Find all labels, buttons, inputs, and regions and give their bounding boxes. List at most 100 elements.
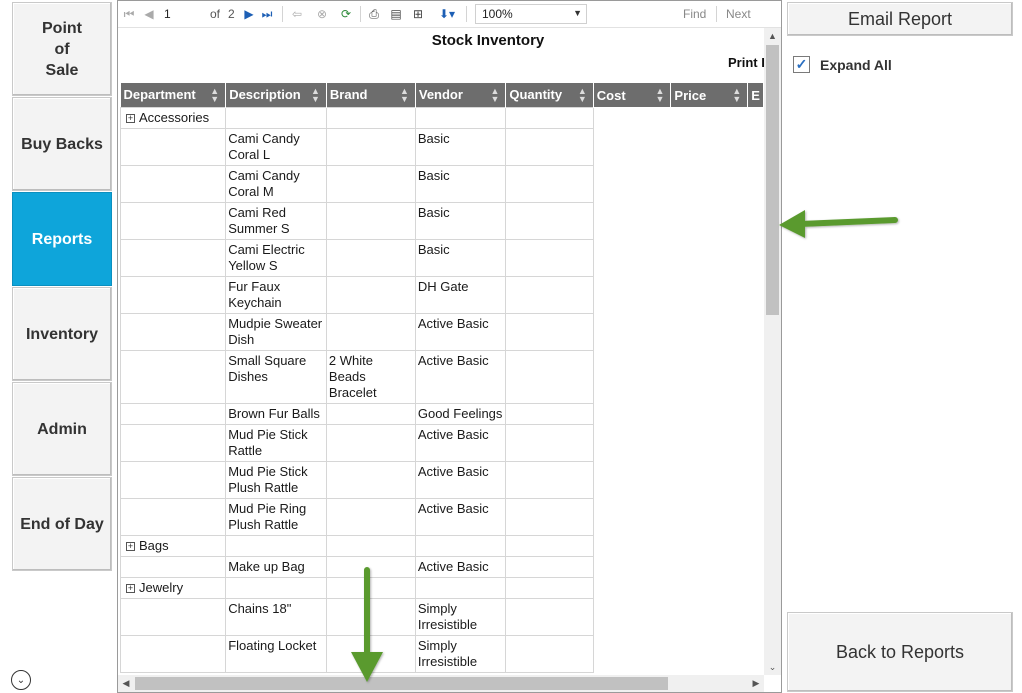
vertical-scroll-thumb[interactable] (766, 45, 779, 315)
nav-end-of-day[interactable]: End of Day (12, 477, 112, 571)
description-cell: Cami Candy Coral L (225, 127, 327, 166)
description-cell: Mud Pie Stick Plush Rattle (225, 460, 327, 499)
column-header[interactable]: Department ▲ ▼ (120, 83, 227, 107)
first-page-icon[interactable]: ⏮ (122, 5, 136, 23)
empty-cell (592, 313, 764, 350)
horizontal-scrollbar[interactable]: ◀ ▶ (118, 675, 764, 692)
quantity-cell (505, 106, 594, 129)
vendor-cell: Active Basic (414, 555, 507, 578)
sort-icon[interactable]: ▲ ▼ (210, 87, 219, 104)
brand-cell (325, 402, 416, 425)
expand-all-checkbox[interactable]: ✓ (793, 56, 810, 73)
nav-point-of-sale[interactable]: Point of Sale (12, 2, 112, 96)
department-cell[interactable]: + Accessories (120, 106, 227, 129)
brand-cell (325, 164, 416, 203)
department-cell (120, 127, 227, 166)
description-cell: Brown Fur Balls (225, 402, 327, 425)
page-setup-icon[interactable]: ⊞ (410, 5, 426, 23)
brand-cell (325, 576, 416, 599)
vendor-cell: Active Basic (414, 349, 507, 404)
sort-icon[interactable]: ▲ ▼ (732, 87, 741, 104)
expand-icon[interactable]: + (126, 583, 135, 593)
table-row: Mud Pie Stick Plush Rattle Active Basic (120, 460, 764, 499)
quantity-cell (505, 349, 594, 404)
sort-icon[interactable]: ▲ ▼ (490, 87, 499, 104)
nav-reports[interactable]: Reports (12, 192, 112, 286)
empty-cell (592, 461, 764, 498)
collapse-chevron-icon[interactable]: ⌄ (11, 670, 31, 690)
quantity-cell (505, 555, 594, 578)
column-header[interactable]: Brand ▲ ▼ (326, 83, 416, 107)
sort-icon[interactable]: ▲ ▼ (400, 87, 409, 104)
vendor-cell: Active Basic (414, 497, 507, 536)
zoom-select[interactable]: 100% ▼ (475, 4, 587, 24)
column-header-label: Description (229, 87, 301, 103)
sort-icon[interactable]: ▲ ▼ (311, 87, 320, 104)
department-cell[interactable]: + Bags (120, 534, 227, 557)
brand-cell (325, 127, 416, 166)
brand-cell (325, 497, 416, 536)
department-label: Jewelry (139, 579, 184, 595)
vendor-cell: Active Basic (414, 312, 507, 351)
report-viewer: ⏮ ◀ of 2 ▶ ⏭ ⇦ ⊗ ⟳ ⎙ ▤ ⊞ ⬇▾ 100% ▼ Find … (117, 0, 782, 693)
quantity-cell (505, 402, 594, 425)
department-cell[interactable]: + Jewelry (120, 576, 227, 599)
report-toolbar: ⏮ ◀ of 2 ▶ ⏭ ⇦ ⊗ ⟳ ⎙ ▤ ⊞ ⬇▾ 100% ▼ Find … (118, 1, 781, 28)
table-row: Cami Electric Yellow S Basic (120, 238, 764, 277)
quantity-cell (505, 127, 594, 166)
column-header-label: Brand (329, 87, 368, 103)
column-header[interactable]: Price ▲ ▼ (670, 83, 749, 107)
print-layout-icon[interactable]: ▤ (388, 5, 404, 23)
vendor-cell: Basic (414, 164, 507, 203)
email-report-button[interactable]: Email Report (787, 2, 1013, 36)
nav-buy-backs[interactable]: Buy Backs (12, 97, 112, 191)
column-header[interactable]: E (747, 83, 764, 107)
export-icon[interactable]: ⬇▾ (434, 5, 460, 23)
column-header[interactable]: Description ▲ ▼ (225, 83, 327, 107)
column-header[interactable]: Quantity ▲ ▼ (505, 83, 594, 107)
print-icon[interactable]: ⎙ (366, 5, 382, 23)
table-row: Brown Fur Balls Good Feelings (120, 402, 764, 425)
vendor-cell: Good Feelings (414, 402, 507, 425)
refresh-icon[interactable]: ⟳ (338, 5, 354, 23)
report-title: Stock Inventory (431, 32, 545, 49)
brand-cell (325, 555, 416, 578)
column-header-label: E (751, 87, 760, 103)
quantity-cell (505, 634, 594, 673)
vendor-cell: Simply Irresistible (414, 634, 507, 673)
scroll-down-icon[interactable]: ⌄ (764, 659, 781, 675)
vendor-cell: Active Basic (414, 460, 507, 499)
back-icon[interactable]: ⇦ (290, 5, 304, 23)
expand-icon[interactable]: + (126, 113, 135, 123)
previous-page-icon[interactable]: ◀ (142, 5, 156, 23)
nav-admin[interactable]: Admin (12, 382, 112, 476)
vendor-cell: Basic (414, 127, 507, 166)
find-next-link[interactable]: Next (726, 7, 751, 21)
page-number-input[interactable] (164, 5, 204, 23)
stop-icon[interactable]: ⊗ (314, 5, 330, 23)
quantity-cell (505, 534, 594, 557)
expand-all-toggle[interactable]: ✓ Expand All (793, 56, 892, 73)
nav-inventory[interactable]: Inventory (12, 287, 112, 381)
next-page-icon[interactable]: ▶ (242, 5, 256, 23)
description-cell: Make up Bag (225, 555, 327, 578)
column-header[interactable]: Cost ▲ ▼ (593, 83, 672, 107)
horizontal-scroll-thumb[interactable] (135, 677, 668, 690)
vertical-scrollbar[interactable]: ▲ ⌄ (764, 28, 781, 675)
empty-cell (592, 403, 764, 424)
column-header-label: Cost (596, 87, 626, 103)
expand-icon[interactable]: + (126, 541, 135, 551)
scroll-up-icon[interactable]: ▲ (764, 28, 781, 44)
last-page-icon[interactable]: ⏭ (260, 5, 274, 23)
scroll-left-icon[interactable]: ◀ (118, 675, 134, 692)
sort-icon[interactable]: ▲ ▼ (578, 87, 587, 104)
quantity-cell (505, 164, 594, 203)
empty-cell (592, 128, 764, 165)
scroll-right-icon[interactable]: ▶ (748, 675, 764, 692)
brand-cell (325, 460, 416, 499)
back-to-reports-button[interactable]: Back to Reports (787, 612, 1013, 692)
find-link[interactable]: Find (683, 7, 706, 21)
brand-cell (325, 275, 416, 314)
column-header[interactable]: Vendor ▲ ▼ (415, 83, 507, 107)
sort-icon[interactable]: ▲ ▼ (655, 87, 664, 104)
